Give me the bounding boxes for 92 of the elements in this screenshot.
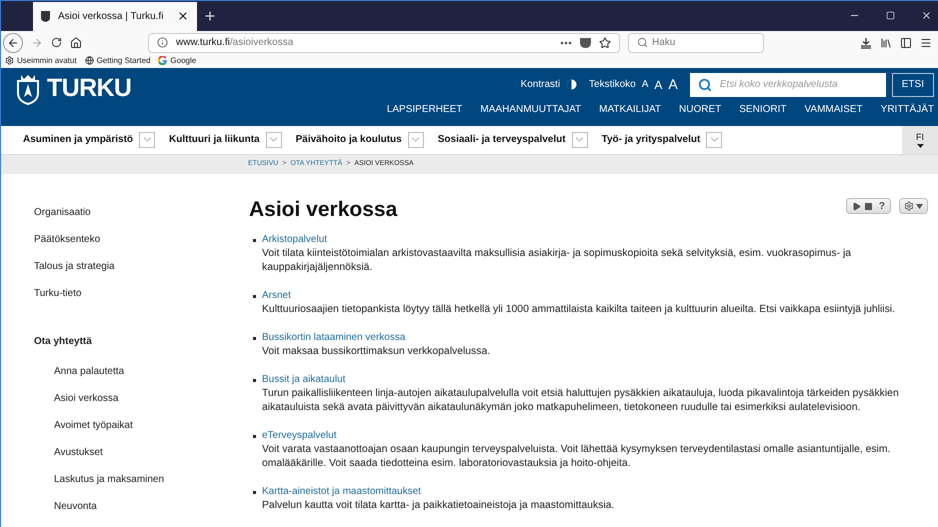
- address-field[interactable]: www.turku.fi/asioiverkossa: [148, 32, 620, 53]
- bullet-icon: [253, 337, 256, 340]
- category-link[interactable]: Työ- ja yrityspalvelut: [602, 132, 700, 148]
- dropdown-toggle[interactable]: [266, 132, 282, 148]
- service-description: Turun paikallisliikenteen linja-autojen aikataulupalvelulla voit etsiä haluttujen pysäkkien aikatauluja, luoda pikavalintoja tärkeiden pysäkkien aikatauluista sekä avata päivittyvän aikataulunäkymän joko matkapuhelimeen, tietokoneen ruudulle tai esimerkiksi aulatelevisioon.: [262, 387, 900, 415]
- back-button[interactable]: [3, 32, 23, 53]
- bookmark-link[interactable]: Getting Started: [84, 54, 150, 67]
- nav-link[interactable]: VAMMAISET: [804, 102, 863, 117]
- sidebar-item[interactable]: Avustukset: [34, 446, 249, 473]
- sidebar-item[interactable]: Asioi verkossa: [34, 392, 249, 419]
- service-link[interactable]: Arkistopalvelut: [262, 233, 914, 247]
- caret-icon: [916, 204, 923, 208]
- sidebar-item[interactable]: Turku-tieto: [34, 287, 249, 314]
- menu-icon[interactable]: [920, 36, 932, 49]
- close-icon[interactable]: [177, 10, 189, 22]
- sidebar-item[interactable]: Avoimet työpaikat: [34, 419, 249, 446]
- maximize-icon[interactable]: [886, 11, 895, 20]
- service-description: Voit maksaa bussikorttimaksun verkkopalvelussa.: [262, 345, 490, 359]
- nav-link[interactable]: LAPSIPERHEET: [386, 102, 462, 117]
- service-description: Voit varata vastaanottoajan osaan kaupungin terveyspalveluista. Voit lähettää kysymyksen terveydentilastasi omalle asiantuntijalle, esim. omalääkärille. Voit saada tiedotteina esim. laboratoriovastauksia ja hoito-ohjeita.: [262, 443, 892, 471]
- help-button[interactable]: ?: [878, 198, 885, 214]
- sidebar-item[interactable]: Laskutus ja maksaminen: [34, 473, 249, 500]
- text-size-option[interactable]: A: [654, 76, 662, 94]
- text-size-option[interactable]: A: [642, 77, 648, 92]
- nav-link[interactable]: NUORET: [679, 102, 722, 117]
- sidebar-item[interactable]: Ota yhteyttä: [34, 335, 249, 365]
- sidebar-item[interactable]: Talous ja strategia: [34, 260, 249, 287]
- category-link[interactable]: Asuminen ja ympäristö: [23, 132, 134, 148]
- bullet-icon: [253, 435, 256, 438]
- dropdown-toggle[interactable]: [706, 132, 722, 148]
- nav-link[interactable]: YRITTÄJÄT: [880, 102, 934, 117]
- more-icon[interactable]: [560, 40, 572, 45]
- settings-button[interactable]: [899, 198, 928, 214]
- bookmark-link[interactable]: Useimmin avatut: [5, 54, 77, 67]
- nav-link[interactable]: SENIORIT: [739, 102, 786, 117]
- google-icon: [158, 56, 168, 66]
- library-icon[interactable]: [880, 36, 892, 49]
- caret-icon: [916, 144, 924, 148]
- home-icon[interactable]: [70, 36, 82, 49]
- crest-icon: [41, 10, 50, 22]
- bookmark-star-icon[interactable]: [599, 36, 611, 49]
- search-button[interactable]: ETSI: [892, 72, 934, 97]
- crest-logo-icon: [15, 72, 41, 105]
- category-link[interactable]: Kulttuuri ja liikunta: [169, 132, 260, 148]
- text-size-label: Tekstikoko: [589, 78, 636, 92]
- category-link[interactable]: Sosiaali- ja terveyspalvelut: [438, 132, 566, 148]
- page-title: Asioi verkossa: [249, 197, 398, 223]
- shield-icon[interactable]: [580, 38, 591, 48]
- dropdown-toggle[interactable]: [572, 132, 588, 148]
- close-icon[interactable]: [921, 10, 932, 22]
- gear-icon: [5, 56, 14, 66]
- play-icon[interactable]: [852, 202, 861, 210]
- service-description: Palvelun kautta voit tilata kartta- ja paikkatietoaineistoja ja maastomittauksia.: [262, 499, 614, 513]
- service-link[interactable]: eTerveyspalvelut: [262, 429, 914, 443]
- nav-link[interactable]: MAAHANMUUTTAJAT: [480, 102, 582, 117]
- service-link[interactable]: Bussikortin lataaminen verkossa: [262, 331, 490, 345]
- category-link[interactable]: Päivähoito ja koulutus: [296, 132, 402, 148]
- service-link[interactable]: Bussit ja aikataulut: [262, 373, 914, 387]
- sidebar-item[interactable]: Anna palautetta: [34, 365, 249, 392]
- text-size-option[interactable]: A: [668, 74, 678, 96]
- contrast-icon[interactable]: [566, 79, 578, 90]
- stop-icon[interactable]: [864, 202, 872, 210]
- bullet-icon: [253, 295, 256, 298]
- info-icon: [157, 37, 168, 48]
- dropdown-toggle[interactable]: [139, 132, 156, 148]
- service-description: Voit tilata kiinteistötoimialan arkistovastaavilta maksullisia asiakirja- ja sopimuskopioita sekä selvityksiä, esim. vuokrasopimus- ja kauppakirjajäljennöksiä.: [262, 247, 852, 275]
- nav-link[interactable]: MATKAILIJAT: [599, 102, 662, 117]
- service-link[interactable]: Kartta-aineistot ja maastomittaukset: [262, 485, 614, 499]
- search-field[interactable]: Haku: [628, 32, 764, 53]
- dropdown-toggle[interactable]: [408, 132, 424, 148]
- service-description: Kulttuuriosaajien tietopankista löytyy tällä hetkellä yli 1000 ammattilaista kaikilta taiteen ja kulttuurin alueilta. Etsi vaikkapa esiintyjä juhliisi.: [262, 303, 895, 317]
- back-arrow-icon: [7, 36, 19, 49]
- sidebar-icon[interactable]: [900, 36, 912, 49]
- sidebar-item[interactable]: Päätöksenteko: [34, 233, 249, 260]
- site-logo[interactable]: TURKU: [47, 70, 132, 108]
- contrast-toggle[interactable]: Kontrasti: [520, 77, 560, 92]
- sidebar-item[interactable]: Neuvonta: [34, 500, 249, 527]
- bullet-icon: [253, 491, 256, 494]
- search-icon: [698, 78, 712, 92]
- search-icon: [637, 37, 648, 48]
- reload-icon[interactable]: [51, 37, 62, 48]
- new-tab-icon[interactable]: [203, 8, 217, 23]
- service-link[interactable]: Arsnet: [262, 289, 895, 303]
- bullet-icon: [253, 379, 256, 382]
- settings-icon: [904, 201, 914, 211]
- sidebar-item[interactable]: Organisaatio: [34, 206, 249, 233]
- browser-tab[interactable]: Asioi verkossa | Turku.fi: [33, 2, 197, 31]
- language-selector[interactable]: FI: [902, 126, 938, 154]
- bullet-icon: [253, 239, 256, 242]
- download-icon[interactable]: [860, 36, 872, 49]
- bookmark-link[interactable]: Google: [158, 54, 196, 67]
- globe-icon: [84, 56, 94, 66]
